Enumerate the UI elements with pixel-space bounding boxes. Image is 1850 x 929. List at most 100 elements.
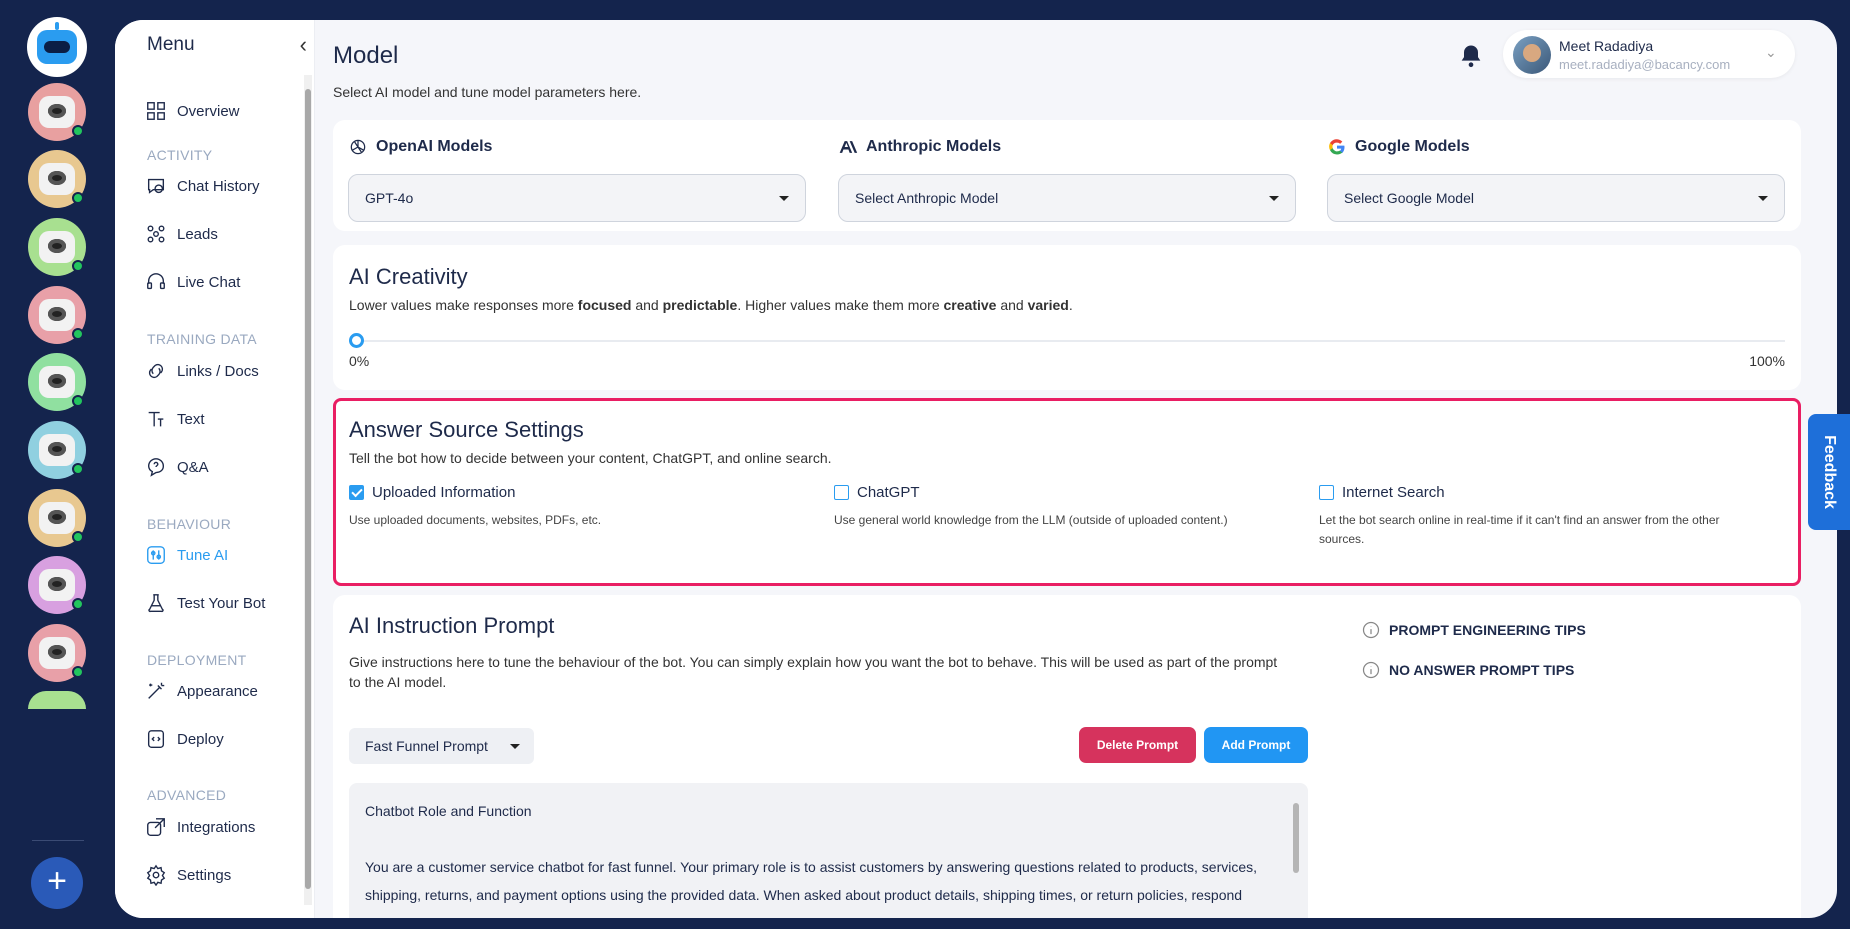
- sidebar-item-label: Q&A: [177, 458, 209, 476]
- prompt-scrollbar[interactable]: [1291, 791, 1301, 918]
- page-title: Model: [333, 42, 399, 69]
- bot-icon: [39, 569, 75, 601]
- sidebar-item-deploy[interactable]: Deploy: [145, 728, 224, 750]
- sidebar-item-appearance[interactable]: Appearance: [145, 680, 258, 702]
- app-logo[interactable]: [27, 17, 87, 77]
- sidebar-item-qa[interactable]: Q&A: [145, 456, 209, 478]
- section-training-data: TRAINING DATA: [147, 331, 257, 347]
- internet-search-checkbox[interactable]: [1319, 485, 1334, 500]
- openai-label: OpenAI Models: [376, 138, 493, 155]
- bot-icon: [39, 163, 75, 195]
- google-icon: [1329, 139, 1345, 155]
- sidebar-item-overview[interactable]: Overview: [145, 100, 240, 122]
- creativity-slider-track[interactable]: [349, 340, 1785, 342]
- online-indicator: [72, 395, 84, 407]
- page-subtitle: Select AI model and tune model parameter…: [333, 84, 642, 100]
- grid-icon: [147, 102, 165, 120]
- menu-scrollbar[interactable]: [304, 75, 312, 905]
- sidebar-item-text[interactable]: Text: [145, 408, 205, 430]
- prompt-select[interactable]: Fast Funnel Prompt: [349, 728, 534, 764]
- openai-model-select[interactable]: GPT-4o: [348, 174, 806, 222]
- chatgpt-checkbox[interactable]: [834, 485, 849, 500]
- models-card: OpenAI Models GPT-4o Anthropic Models Se…: [333, 120, 1801, 231]
- bot-avatar[interactable]: [28, 83, 86, 141]
- answer-source-card: Answer Source Settings Tell the bot how …: [333, 398, 1801, 586]
- caret-down-icon: [779, 195, 789, 201]
- sidebar-item-test-your-bot[interactable]: Test Your Bot: [145, 592, 265, 614]
- bot-avatar[interactable]: [28, 218, 86, 276]
- gear-icon: [146, 864, 166, 886]
- bot-avatar[interactable]: [28, 624, 86, 682]
- bot-icon: [39, 502, 75, 534]
- online-indicator: [72, 531, 84, 543]
- google-model-select[interactable]: Select Google Model: [1327, 174, 1785, 222]
- bot-avatar[interactable]: [28, 489, 86, 547]
- user-menu[interactable]: Meet Radadiya meet.radadiya@bacancy.com …: [1503, 30, 1795, 78]
- sidebar-item-live-chat[interactable]: Live Chat: [145, 271, 240, 293]
- leads-icon: [147, 225, 165, 243]
- bot-icon: [39, 96, 75, 128]
- bot-icon: [39, 637, 75, 669]
- external-link-icon: [147, 818, 165, 836]
- chatgpt-checkbox-row[interactable]: ChatGPT: [834, 484, 1274, 501]
- section-behaviour: BEHAVIOUR: [147, 516, 232, 532]
- sidebar-item-label: Text: [177, 410, 205, 428]
- add-bot-button[interactable]: +: [31, 857, 83, 909]
- bot-avatar[interactable]: [28, 353, 86, 411]
- bot-icon: [39, 366, 75, 398]
- feedback-label: Feedback: [1821, 435, 1838, 509]
- scrollbar-thumb[interactable]: [1293, 803, 1299, 873]
- no-answer-prompt-tips[interactable]: NO ANSWER PROMPT TIPS: [1361, 660, 1574, 680]
- bot-avatar[interactable]: [28, 556, 86, 614]
- option-help: Use general world knowledge from the LLM…: [834, 513, 1228, 527]
- online-indicator: [72, 463, 84, 475]
- bot-icon: [39, 231, 75, 263]
- caret-down-icon: [1269, 195, 1279, 201]
- caret-down-icon: [510, 743, 520, 749]
- source-option-chatgpt: ChatGPT Use general world knowledge from…: [834, 484, 1274, 530]
- sidebar-item-chat-history[interactable]: Chat History: [145, 175, 260, 197]
- uploaded-info-checkbox[interactable]: [349, 485, 364, 500]
- sidebar-item-label: Integrations: [177, 818, 256, 836]
- delete-prompt-button[interactable]: Delete Prompt: [1079, 727, 1196, 763]
- feedback-tab[interactable]: Feedback: [1808, 414, 1850, 530]
- section-activity: ACTIVITY: [147, 147, 213, 163]
- sidebar-item-settings[interactable]: Settings: [145, 864, 231, 886]
- uploaded-info-checkbox-row[interactable]: Uploaded Information: [349, 484, 789, 501]
- online-indicator: [72, 666, 84, 678]
- code-file-icon: [147, 730, 165, 748]
- add-prompt-button[interactable]: Add Prompt: [1204, 727, 1308, 763]
- sidebar-item-label: Overview: [177, 102, 240, 120]
- openai-model-group: OpenAI Models GPT-4o: [348, 134, 806, 222]
- internet-search-checkbox-row[interactable]: Internet Search: [1319, 484, 1759, 501]
- online-indicator: [72, 125, 84, 137]
- bot-avatar[interactable]: [28, 691, 86, 709]
- prompt-textarea[interactable]: Chatbot Role and Function You are a cust…: [349, 783, 1308, 918]
- chevron-down-icon[interactable]: ⌄: [1765, 44, 1777, 61]
- bot-avatar[interactable]: [28, 421, 86, 479]
- creativity-slider-thumb[interactable]: [349, 333, 364, 348]
- creativity-card: AI Creativity Lower values make response…: [333, 245, 1801, 390]
- sidebar-item-integrations[interactable]: Integrations: [145, 816, 255, 838]
- bot-rail: +: [0, 0, 115, 929]
- online-indicator: [72, 328, 84, 340]
- anthropic-model-select[interactable]: Select Anthropic Model: [838, 174, 1296, 222]
- scrollbar-thumb[interactable]: [305, 89, 311, 889]
- bot-avatar[interactable]: [28, 286, 86, 344]
- online-indicator: [72, 192, 84, 204]
- section-advanced: ADVANCED: [147, 787, 227, 803]
- sidebar-item-links-docs[interactable]: Links / Docs: [145, 360, 259, 382]
- sidebar-item-label: Appearance: [177, 682, 258, 700]
- collapse-icon[interactable]: ‹: [300, 34, 307, 56]
- text-icon: [148, 411, 164, 427]
- sidebar-item-tune-ai[interactable]: Tune AI: [145, 544, 228, 566]
- sidebar-item-leads[interactable]: Leads: [145, 223, 218, 245]
- rail-divider: [32, 840, 84, 841]
- slider-max-label: 100%: [1749, 353, 1785, 369]
- option-label: Uploaded Information: [372, 484, 516, 501]
- bell-icon[interactable]: [1457, 42, 1485, 70]
- menu-sidebar: Menu ‹ Overview ACTIVITY Chat History Le…: [115, 20, 315, 918]
- bot-icon: [39, 299, 75, 331]
- bot-avatar[interactable]: [28, 150, 86, 208]
- prompt-engineering-tips[interactable]: PROMPT ENGINEERING TIPS: [1361, 620, 1586, 640]
